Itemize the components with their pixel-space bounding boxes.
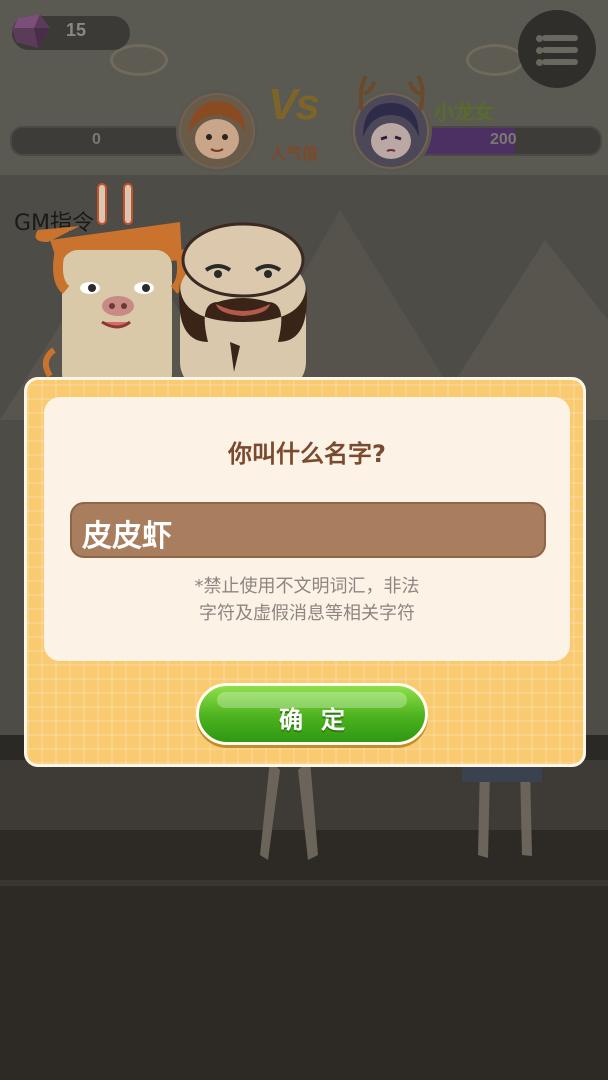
gem-count: 15 <box>66 20 87 40</box>
plate-decoration-right <box>466 44 524 76</box>
name-rules-hint: *禁止使用不文明词汇，非法 字符及虚假消息等相关字符 <box>44 573 570 627</box>
name-rules-hint-line2: 字符及虚假消息等相关字符 <box>199 603 415 624</box>
name-rules-hint-line1: *禁止使用不文明词汇，非法 <box>194 576 420 597</box>
popularity-label: 人气值 <box>270 144 319 163</box>
opponent-name: 小龙女 <box>434 100 494 124</box>
dialog-title: 你叫什么名字? <box>228 440 386 468</box>
gem-icon <box>12 14 50 48</box>
opponent-popularity-bar: 200 <box>408 126 602 156</box>
dragon-horns-decoration <box>358 75 425 111</box>
menu-icon[interactable] <box>518 10 596 88</box>
confirm-button[interactable]: 确定 <box>196 683 428 745</box>
bald-bearded-character <box>179 222 307 392</box>
confirm-button-label: 确定 <box>279 706 363 734</box>
vs-label: Vs <box>268 80 320 129</box>
player-avatar-icon <box>176 90 258 172</box>
player-popularity-score: 0 <box>92 131 101 148</box>
game-screen: 15 0 200 Vs 人气值 小龙女 GM指令 你叫什么名字? 皮皮虾 *禁止… <box>0 0 608 1080</box>
player-popularity-bar: 0 <box>10 126 202 156</box>
opponent-popularity-score: 200 <box>490 131 517 148</box>
name-input[interactable] <box>70 502 546 558</box>
floor-strip <box>0 880 608 886</box>
background-character-legs <box>260 760 542 860</box>
